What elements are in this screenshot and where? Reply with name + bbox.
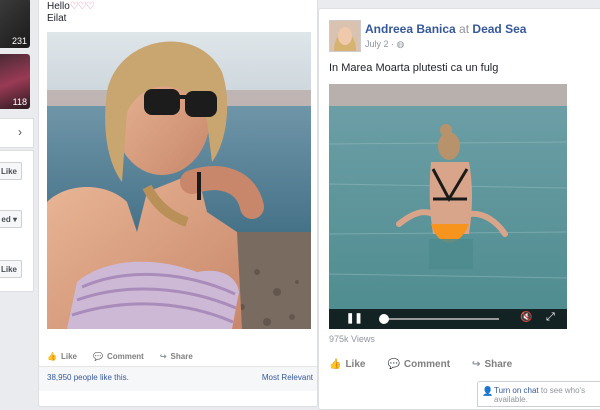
- share-label: Share: [170, 352, 193, 361]
- post-card-1: Hello♡♡♡ Eilat 👍 Like 💬 Comment ↪ Share …: [38, 0, 318, 407]
- share-action[interactable]: ↪ Share: [160, 352, 193, 361]
- fullscreen-icon[interactable]: ⤢: [546, 311, 555, 324]
- thumb-count-2: 118: [12, 97, 27, 107]
- hearts-icon: ♡♡♡: [69, 1, 95, 12]
- video-progress-bar[interactable]: [382, 318, 499, 320]
- post-caption: In Marea Moarta plutesti ca un fulg: [329, 62, 499, 74]
- caret-down-icon: ▾: [12, 215, 17, 224]
- share-icon: ↪: [159, 352, 167, 361]
- thumb-count-1: 231: [11, 36, 27, 46]
- like-label: Like: [60, 352, 77, 361]
- video-controls: ❚❚ 🔇 ⤢: [329, 309, 567, 329]
- comment-action[interactable]: 💬 Comment: [93, 352, 144, 361]
- share-label: Share: [484, 359, 513, 370]
- video-player[interactable]: ❚❚ 🔇 ⤢: [329, 84, 567, 329]
- post-author-line: Andreea Banica at Dead Sea: [365, 22, 526, 36]
- at-label: at: [459, 22, 470, 36]
- like-action[interactable]: 👍 Like: [329, 359, 365, 370]
- liked-dropdown-button[interactable]: ed ▾: [0, 210, 22, 228]
- post-date[interactable]: July 2: [365, 39, 389, 49]
- post-1-like-bar: 38,950 people like this. Most Relevant: [39, 366, 317, 391]
- like-page-button-1[interactable]: y Like: [0, 162, 22, 180]
- author-name-link[interactable]: Andreea Banica: [365, 22, 456, 36]
- post-1-photo[interactable]: [47, 32, 311, 329]
- share-action[interactable]: ↪ Share: [472, 359, 512, 370]
- post-1-header: Hello♡♡♡ Eilat: [47, 1, 95, 25]
- comment-icon: 💬: [92, 352, 103, 361]
- turn-on-chat-link[interactable]: Turn on chat: [494, 386, 539, 395]
- video-scrubber-handle[interactable]: [379, 314, 389, 324]
- place-link[interactable]: Dead Sea: [472, 22, 526, 36]
- person-icon: 👤: [482, 386, 494, 396]
- post-card-2: Andreea Banica at Dead Sea July 2 · ◍ In…: [318, 8, 600, 410]
- left-panel-box-1: [0, 118, 34, 148]
- greeting-text: Hello: [47, 1, 70, 12]
- comment-action[interactable]: 💬 Comment: [387, 359, 450, 370]
- chevron-right-icon[interactable]: ›: [18, 125, 22, 139]
- post-date-line: July 2 · ◍: [365, 39, 405, 49]
- globe-icon: ◍: [396, 39, 405, 49]
- chat-text: Turn on chat to see who's available.: [494, 386, 598, 404]
- thumbs-up-icon: 👍: [329, 359, 342, 370]
- share-icon: ↪: [472, 359, 481, 370]
- comment-label: Comment: [106, 352, 144, 361]
- post-2-actions: 👍 Like 💬 Comment ↪ Share: [329, 359, 512, 370]
- like-action[interactable]: 👍 Like: [47, 352, 77, 361]
- comment-icon: 💬: [387, 359, 400, 370]
- pause-icon[interactable]: ❚❚: [346, 313, 363, 324]
- chat-bar[interactable]: 👤 Turn on chat to see who's available.: [477, 381, 600, 407]
- mute-icon[interactable]: 🔇: [520, 312, 532, 323]
- thumbs-up-icon: 👍: [47, 352, 57, 361]
- like-page-button-2[interactable]: y Like: [0, 260, 22, 278]
- comment-label: Comment: [403, 359, 451, 370]
- liked-dropdown-label: ed: [1, 215, 11, 224]
- like-label: Like: [345, 359, 366, 370]
- sort-comments-link[interactable]: Most Relevant: [262, 373, 313, 382]
- video-views: 975k Views: [329, 334, 375, 344]
- photo-thumbnail-1[interactable]: 231: [0, 0, 30, 48]
- photo-thumbnail-2[interactable]: 118: [0, 54, 30, 109]
- likes-count-link[interactable]: 38,950 people like this.: [47, 373, 129, 382]
- location-text: Eilat: [47, 13, 67, 24]
- left-column: 231 118 › y Like ed ▾ y Like: [0, 0, 34, 400]
- post-1-actions: 👍 Like 💬 Comment ↪ Share: [47, 352, 193, 361]
- avatar[interactable]: [329, 20, 361, 52]
